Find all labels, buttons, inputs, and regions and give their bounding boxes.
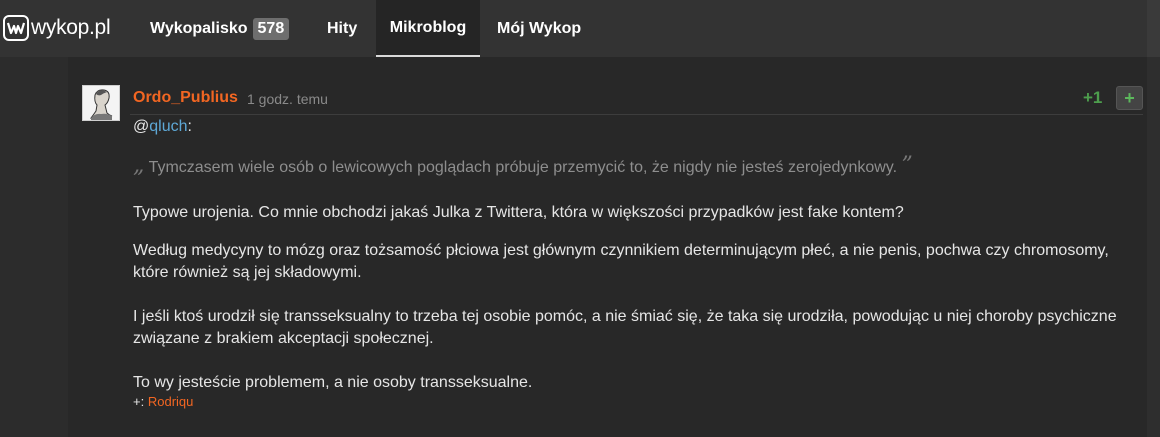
nav-moj-wykop-label: Mój Wykop (497, 19, 582, 37)
scrollbar-track[interactable] (1147, 57, 1160, 437)
mention-link[interactable]: qluch (149, 118, 187, 135)
voters-label: +: (133, 394, 145, 409)
top-navigation-bar: wykop.pl Wykopalisko 578 Hity Mikroblog … (0, 0, 1160, 57)
quote-block: „ Tymczasem wiele osób o lewicowych pogl… (133, 155, 913, 179)
post-paragraph: Według medycyny to mózg oraz tożsamość p… (133, 242, 1109, 281)
nav-mikroblog[interactable]: Mikroblog (376, 0, 480, 57)
nav-hity[interactable]: Hity (327, 0, 357, 57)
quote-open-mark: „ (133, 153, 145, 178)
author-name[interactable]: Ordo_Publius (133, 89, 238, 107)
vote-score: +1 (1083, 88, 1103, 107)
nav-wykopalisko[interactable]: Wykopalisko 578 (150, 0, 290, 57)
logo-text: wykop.pl (31, 16, 111, 39)
voter-link[interactable]: Rodriqu (148, 394, 194, 409)
nav-wykopalisko-label: Wykopalisko (150, 19, 248, 37)
wykop-logo-icon (3, 15, 29, 41)
post-time[interactable]: 1 godz. temu (247, 91, 328, 107)
scrollbar-track-top (1147, 0, 1160, 57)
quote-text: Tymczasem wiele osób o lewicowych pogląd… (148, 159, 898, 176)
avatar[interactable] (82, 85, 120, 121)
post-paragraph: To wy jesteście problemem, a nie osoby t… (133, 374, 533, 391)
plus-voters: +: Rodriqu (133, 394, 193, 409)
avatar-portrait-icon (83, 86, 119, 120)
wykopalisko-count-badge: 578 (252, 17, 290, 40)
mention-line: @qluch: (133, 116, 192, 138)
mention-prefix: @ (133, 118, 150, 135)
post-divider (130, 114, 1143, 115)
nav-moj-wykop[interactable]: Mój Wykop (497, 0, 581, 57)
nav-mikroblog-label: Mikroblog (389, 18, 467, 36)
wykop-logo[interactable]: wykop.pl (3, 13, 111, 43)
plus-button[interactable]: + (1116, 86, 1143, 110)
nav-hity-label: Hity (327, 19, 358, 37)
post-paragraph: I jeśli ktoś urodził się transseksualny … (133, 308, 1117, 347)
post-paragraph: Typowe urojenia. Co mnie obchodzi jakaś … (133, 204, 904, 221)
mention-suffix: : (187, 118, 192, 135)
quote-close-mark: ” (901, 153, 913, 178)
